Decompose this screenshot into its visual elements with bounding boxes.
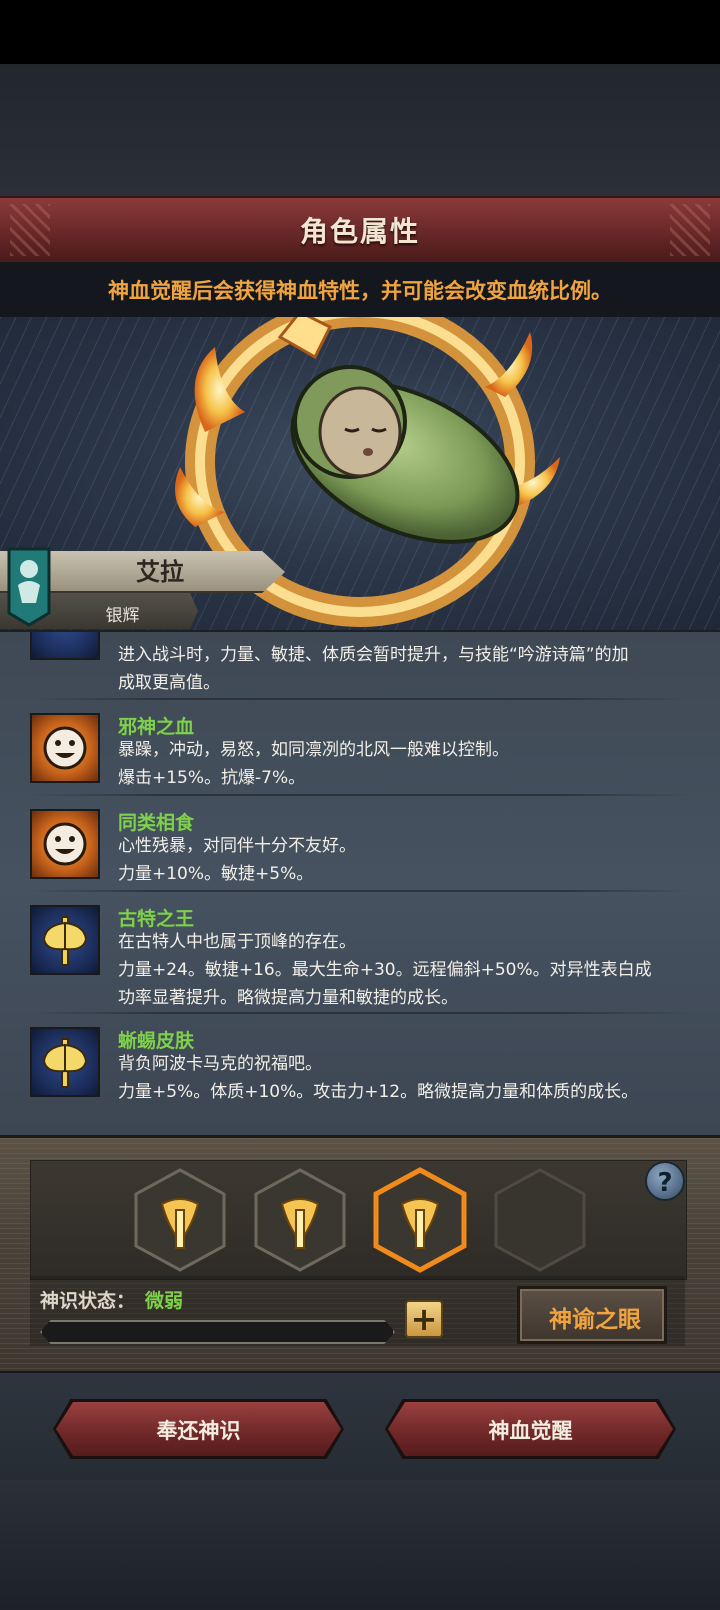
list-item: 进入战斗时，力量、敏捷、体质会暂时提升，与技能“吟游诗篇”的加 成取更高值。 xyxy=(0,632,720,700)
trait-description: 在古特人中也属于顶峰的存在。 xyxy=(118,932,356,952)
divine-sense-progress-bar xyxy=(40,1320,395,1344)
socket-4-empty[interactable] xyxy=(492,1166,588,1274)
awakening-hint: 神血觉醒后会获得神血特性，并可能会改变血统比例。 xyxy=(108,279,612,303)
socket-1[interactable] xyxy=(132,1166,228,1274)
divine-sense-panel: ? 神识状态： 微弱 + 神谕之眼 xyxy=(0,1135,720,1374)
clan-banner-icon xyxy=(7,547,51,627)
status-bar xyxy=(0,0,720,64)
axe-icon xyxy=(30,1027,100,1097)
trait-effect: 爆击+15%。抗爆-7%。 xyxy=(118,768,306,788)
oracle-eye-label: 神谕之眼 xyxy=(549,1307,641,1333)
oracle-eye-button[interactable]: 神谕之眼 xyxy=(517,1286,667,1344)
trait-effect: 力量+5%。体质+10%。攻击力+12。略微提高力量和体质的成长。 xyxy=(118,1082,639,1102)
return-divine-sense-label: 奉还神识 xyxy=(156,1419,241,1443)
axe-icon xyxy=(30,905,100,975)
status-label: 神识状态： xyxy=(40,1290,136,1312)
trait-effect: 力量+10%。敏捷+5%。 xyxy=(118,864,314,884)
trait-description: 心性残暴，对同伴十分不友好。 xyxy=(118,836,356,856)
axe-icon xyxy=(30,632,100,660)
page-title: 角色属性 xyxy=(299,215,420,248)
status-value: 微弱 xyxy=(145,1290,184,1312)
socket-3-selected[interactable] xyxy=(372,1166,468,1274)
trait-effect: 功率显著提升。略微提高力量和敏捷的成长。 xyxy=(118,988,458,1008)
trait-name: 邪神之血 xyxy=(118,716,195,738)
list-item[interactable]: 邪神之血 暴躁，冲动，易怒，如同凛冽的北风一般难以控制。 爆击+15%。抗爆-7… xyxy=(0,702,720,796)
background-lower xyxy=(0,1480,720,1610)
add-button[interactable]: + xyxy=(405,1300,443,1338)
trait-name: 同类相食 xyxy=(118,812,195,834)
traits-list[interactable]: 进入战斗时，力量、敏捷、体质会暂时提升，与技能“吟游诗篇”的加 成取更高值。 邪… xyxy=(0,630,720,1137)
smiley-sun-icon xyxy=(30,713,100,783)
list-item[interactable]: 同类相食 心性残暴，对同伴十分不友好。 力量+10%。敏捷+5%。 xyxy=(0,798,720,892)
smiley-sun-icon xyxy=(30,809,100,879)
trait-description: 暴躁，冲动，易怒，如同凛冽的北风一般难以控制。 xyxy=(118,740,509,760)
trait-description: 进入战斗时，力量、敏捷、体质会暂时提升，与技能“吟游诗篇”的加 xyxy=(118,645,629,665)
character-name: 艾拉 xyxy=(136,558,184,586)
help-button[interactable]: ? xyxy=(645,1161,685,1201)
hint-bar: 神血觉醒后会获得神血特性，并可能会改变血统比例。 xyxy=(0,262,720,317)
blood-awaken-label: 神血觉醒 xyxy=(488,1419,573,1443)
list-item[interactable]: 古特之王 在古特人中也属于顶峰的存在。 力量+24。敏捷+16。最大生命+30。… xyxy=(0,894,720,1014)
title-banner: 角色属性 xyxy=(0,196,720,265)
background-upper xyxy=(0,64,720,199)
trait-name: 蜥蜴皮肤 xyxy=(118,1030,195,1052)
trait-effect: 成取更高值。 xyxy=(118,673,220,693)
socket-strip xyxy=(30,1160,687,1280)
list-item[interactable]: 蜥蜴皮肤 背负阿波卡马克的祝福吧。 力量+5%。体质+10%。攻击力+12。略微… xyxy=(0,1016,720,1116)
trait-effect: 力量+24。敏捷+16。最大生命+30。远程偏斜+50%。对异性表白成 xyxy=(118,960,652,980)
trait-name: 古特之王 xyxy=(118,908,195,930)
character-title: 银辉 xyxy=(105,606,140,626)
socket-2[interactable] xyxy=(252,1166,348,1274)
trait-description: 背负阿波卡马克的祝福吧。 xyxy=(118,1054,322,1074)
